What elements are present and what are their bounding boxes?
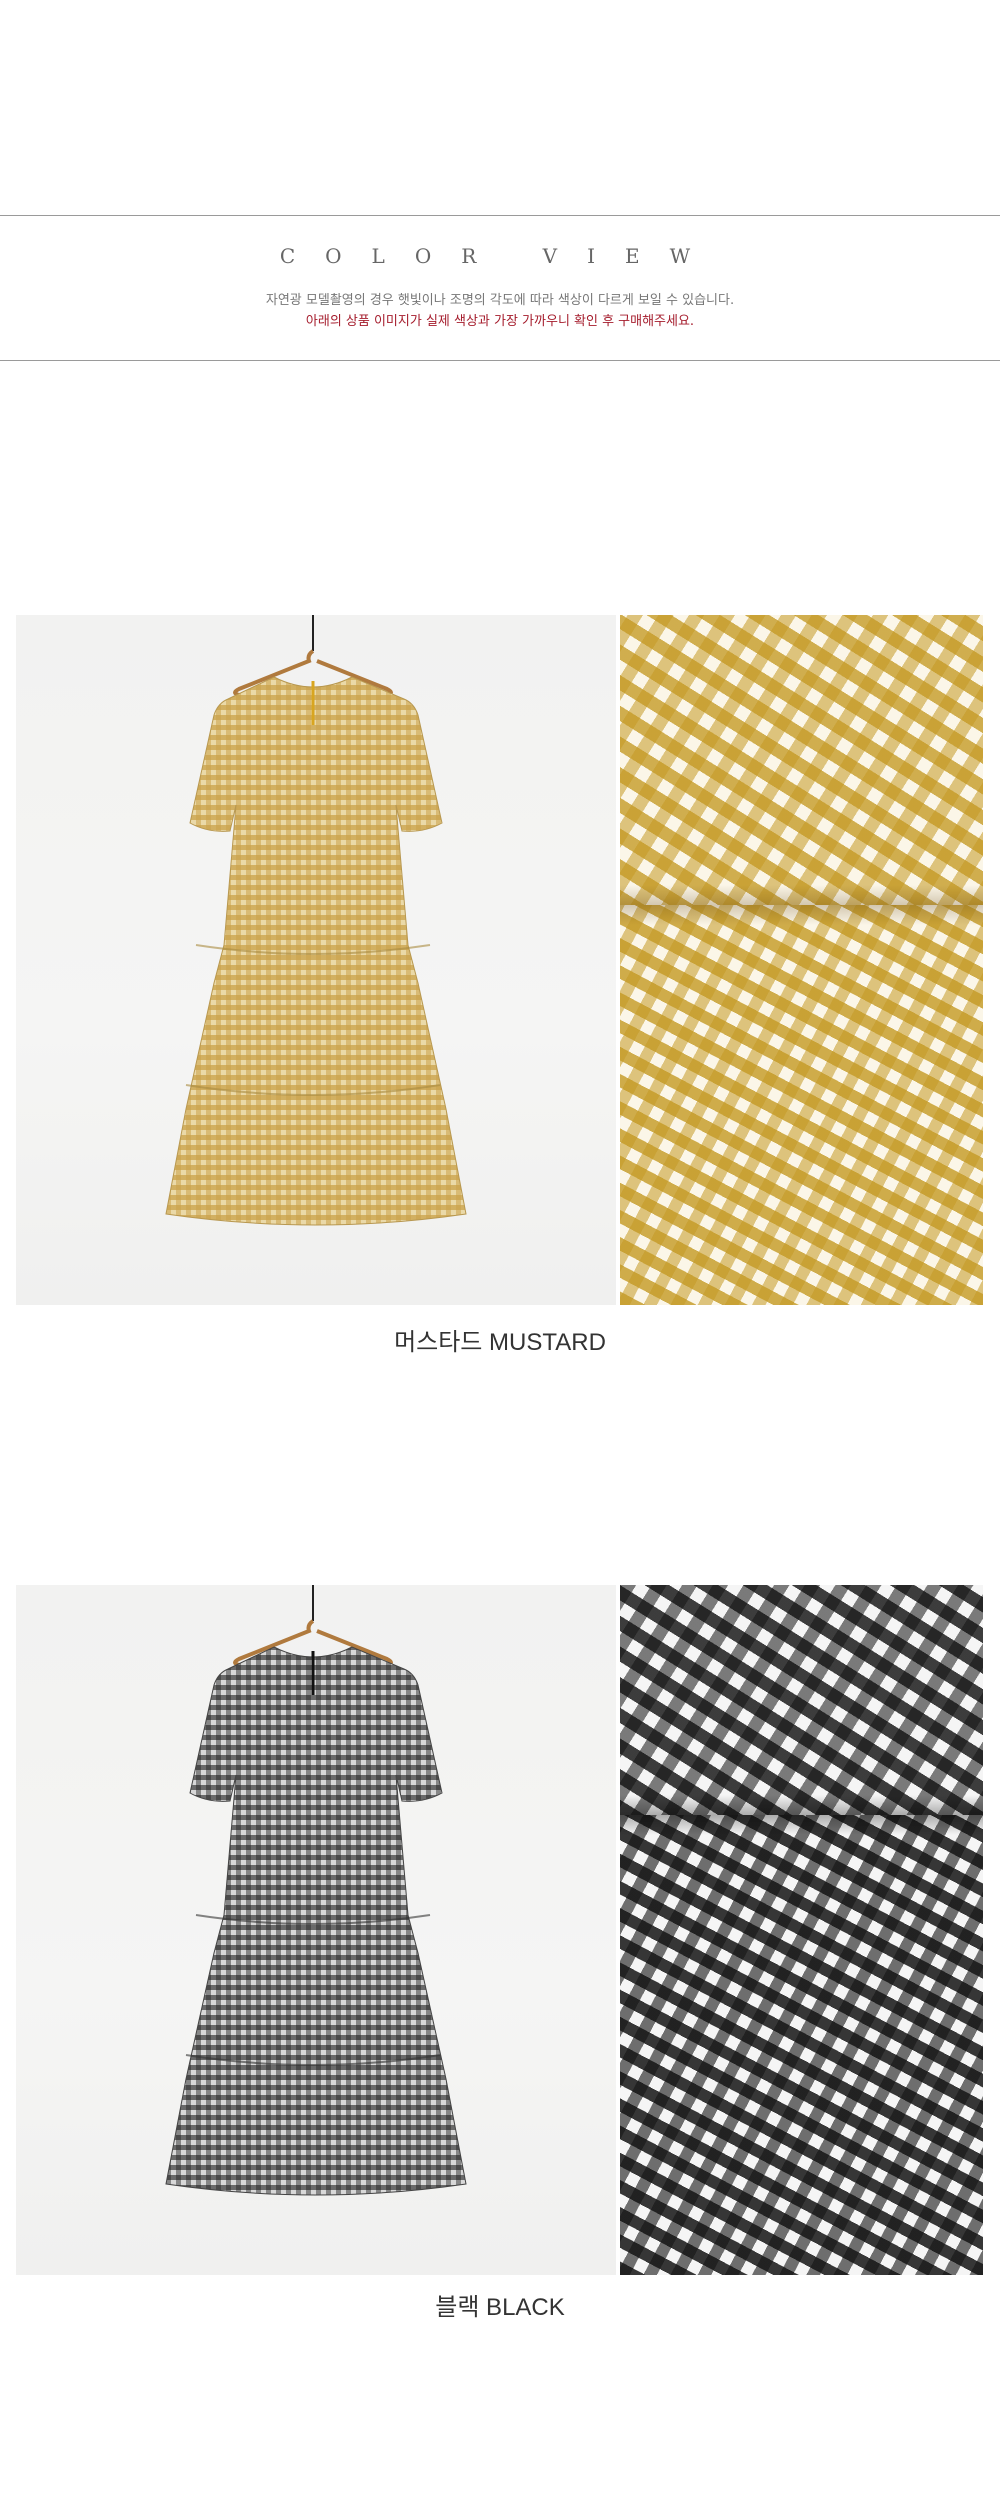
color-notice: 자연광 모델촬영의 경우 햇빛이나 조명의 각도에 따라 색상이 다르게 보일 … xyxy=(265,293,735,308)
black-dress-photo xyxy=(16,1585,616,2275)
black-fabric-detail xyxy=(620,1585,983,2275)
mustard-caption: 머스타드 MUSTARD xyxy=(394,1329,606,1356)
black-caption: 블랙 BLACK xyxy=(435,2294,565,2321)
page-title: COLOR VIEW xyxy=(279,244,721,268)
top-divider xyxy=(0,215,1000,216)
color-notice-highlight: 아래의 상품 이미지가 실제 색상과 가장 가까우니 확인 후 구매해주세요. xyxy=(305,314,695,329)
mustard-fabric-detail xyxy=(620,615,983,1305)
black-dress-image xyxy=(165,1585,467,2196)
bottom-divider xyxy=(0,360,1000,361)
mustard-dress-photo xyxy=(16,615,616,1305)
mustard-dress-image xyxy=(165,615,467,1226)
